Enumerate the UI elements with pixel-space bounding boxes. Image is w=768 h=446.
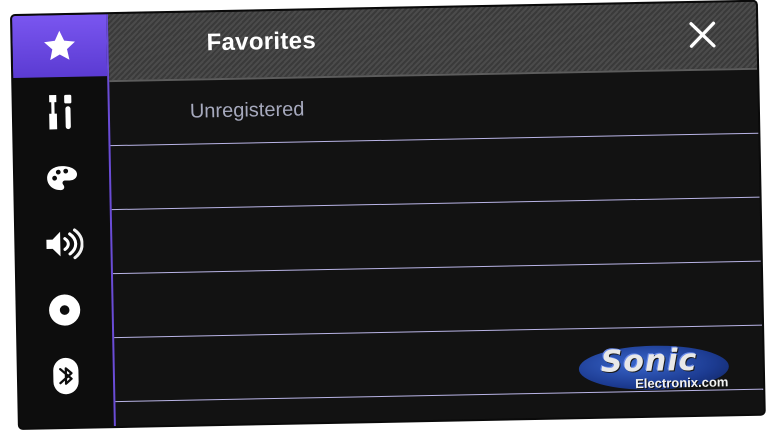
sidebar-item-theme[interactable] xyxy=(15,146,110,210)
palette-icon xyxy=(47,166,78,191)
sidebar-item-settings[interactable] xyxy=(13,80,108,144)
photo-background: Favorites Unregistered Sonic Electronix.… xyxy=(0,0,768,446)
close-button[interactable] xyxy=(684,16,721,53)
sidebar xyxy=(12,14,116,428)
bluetooth-icon xyxy=(53,357,79,395)
head-unit-screen: Favorites Unregistered Sonic Electronix.… xyxy=(12,1,764,428)
star-icon xyxy=(44,30,75,61)
sidebar-item-disc[interactable] xyxy=(17,278,112,342)
favorite-slot-label: Unregistered xyxy=(189,98,305,123)
sidebar-item-audio[interactable] xyxy=(16,212,111,276)
page-title: Favorites xyxy=(206,27,317,57)
sonic-electronix-watermark: Sonic Electronix.com xyxy=(578,340,749,395)
tools-icon xyxy=(49,94,72,130)
sidebar-item-favorites[interactable] xyxy=(12,14,108,78)
speaker-icon xyxy=(46,228,84,260)
disc-icon xyxy=(49,294,81,326)
close-icon xyxy=(689,21,716,48)
sidebar-item-bluetooth[interactable] xyxy=(18,344,113,408)
watermark-site: Electronix.com xyxy=(635,374,729,392)
header-bar: Favorites xyxy=(107,1,758,83)
